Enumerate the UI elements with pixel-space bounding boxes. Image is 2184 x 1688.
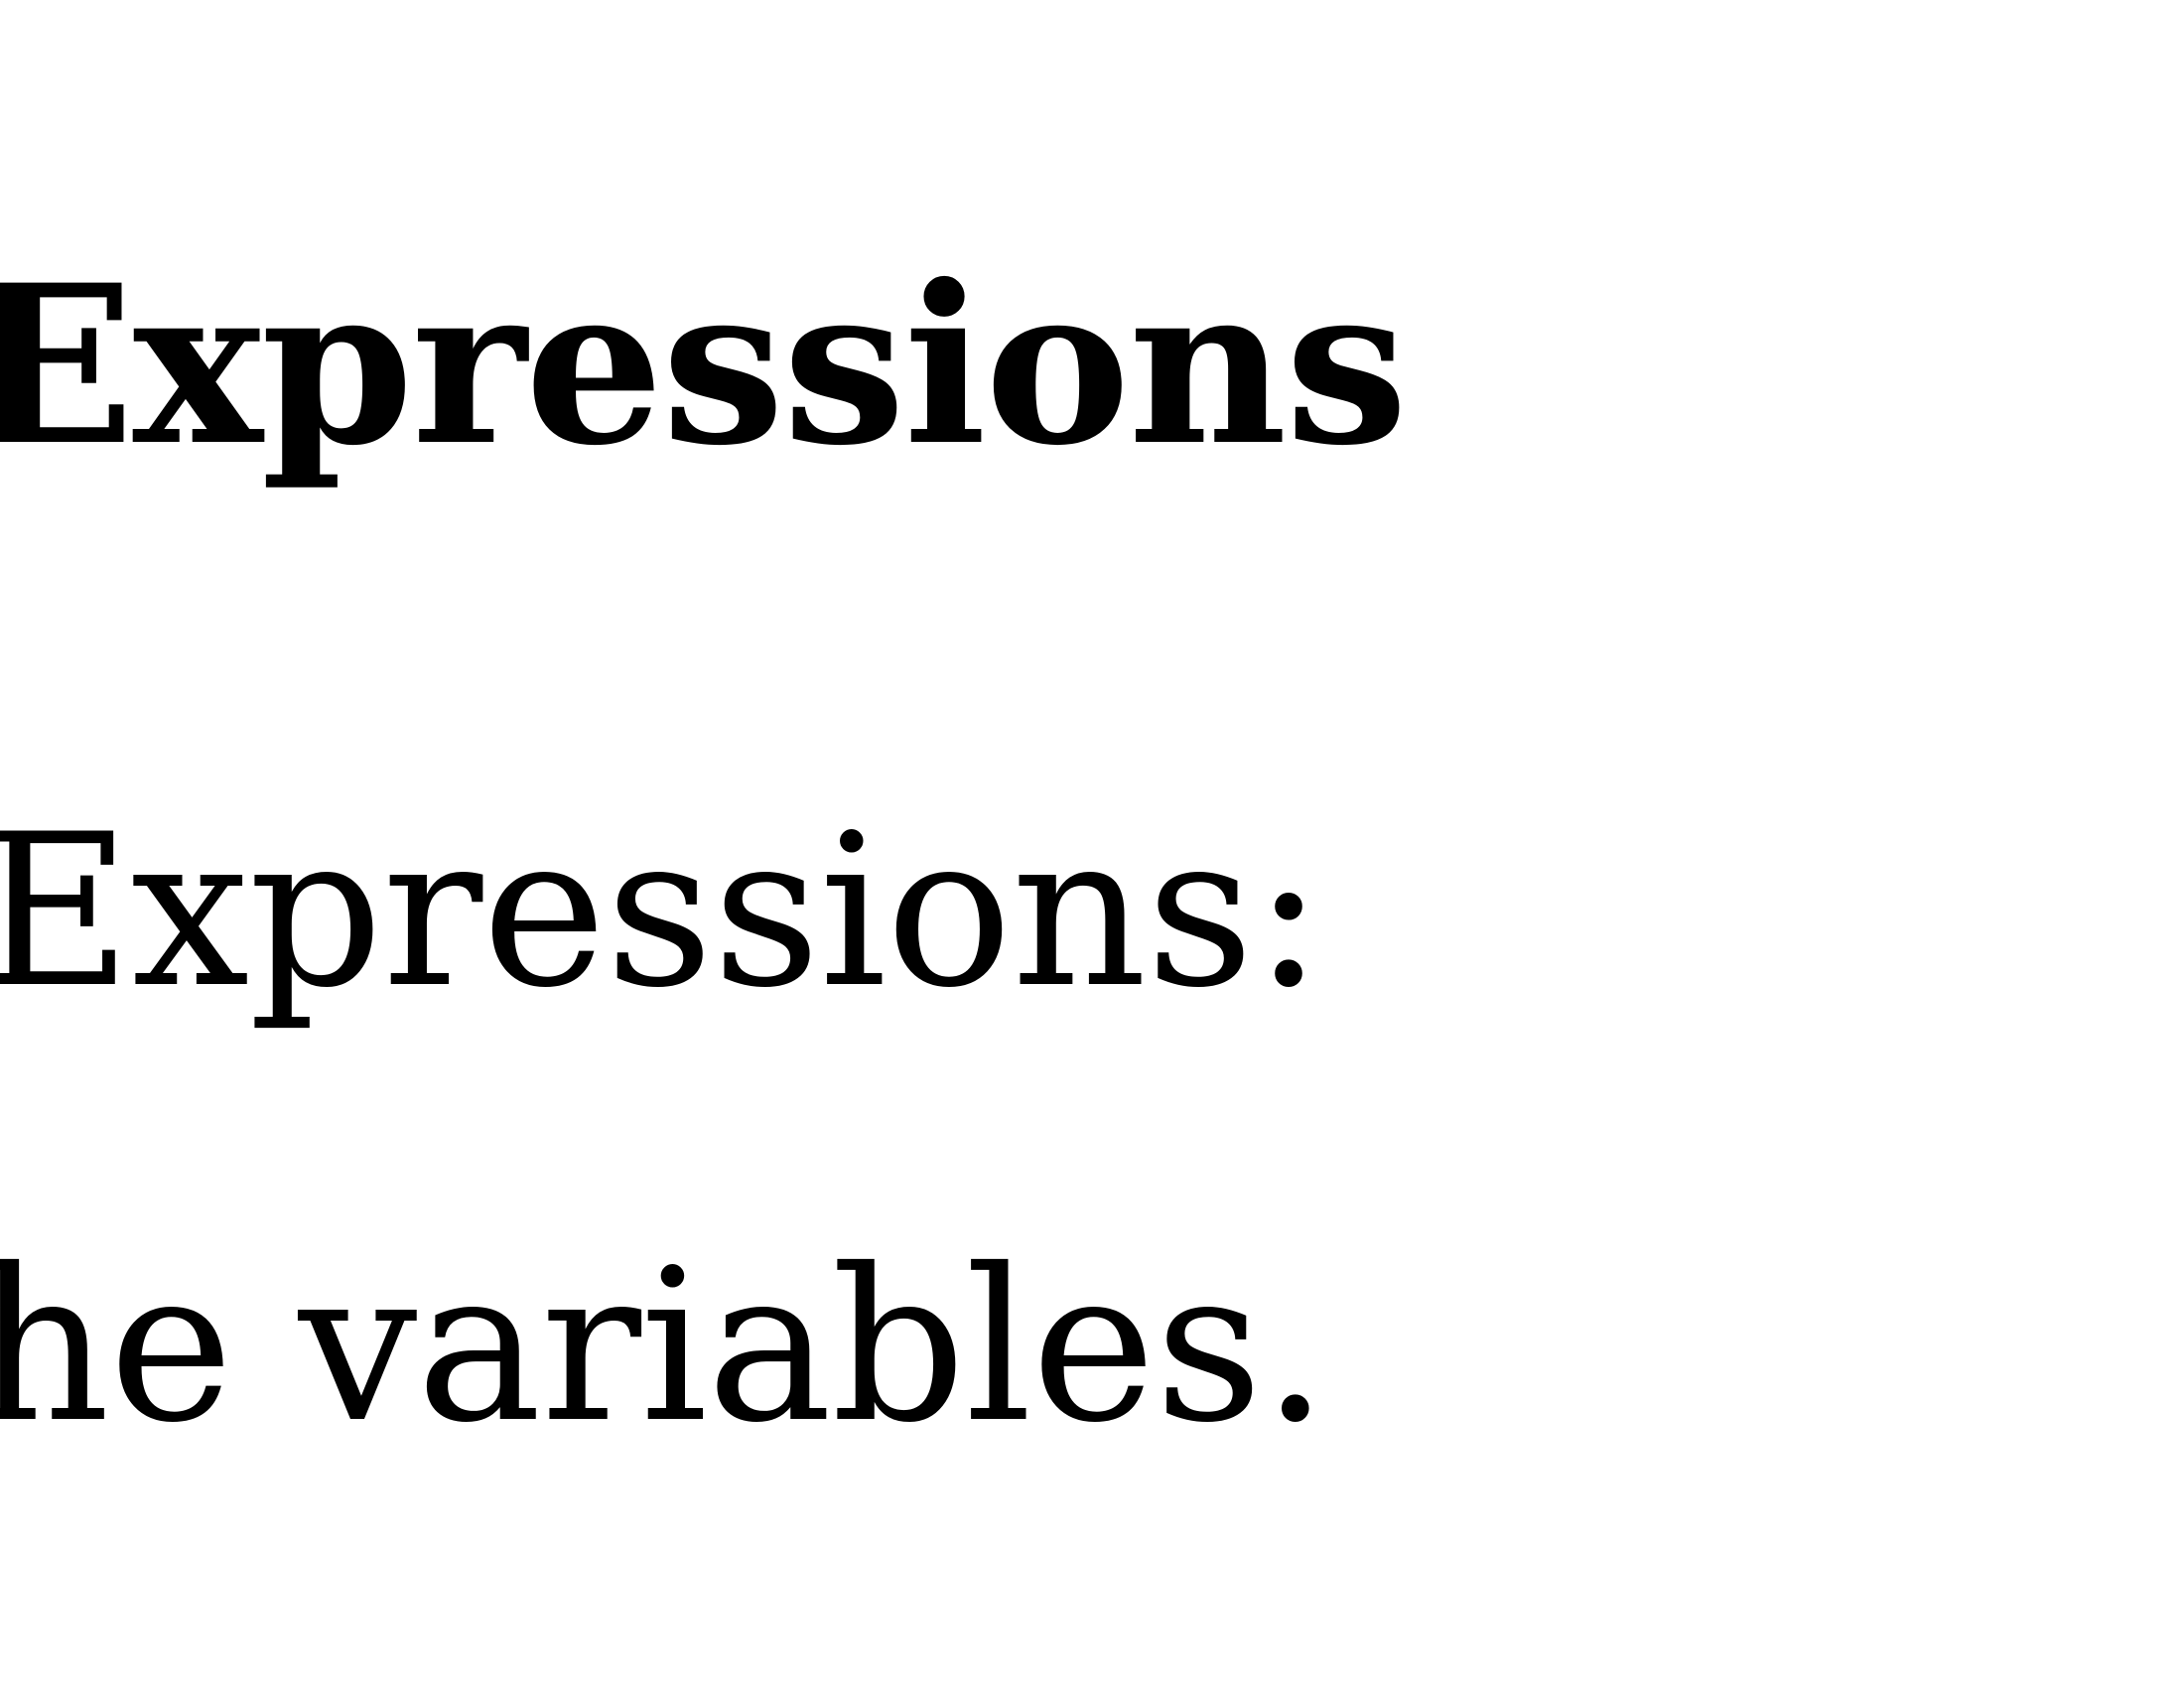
section-heading: Expressions — [0, 236, 1408, 493]
document-page: Expressions Expressions: the variables. — [0, 0, 2184, 1688]
subsection-heading: Expressions: — [0, 788, 1324, 1034]
body-text-line: the variables. — [0, 1223, 1328, 1469]
